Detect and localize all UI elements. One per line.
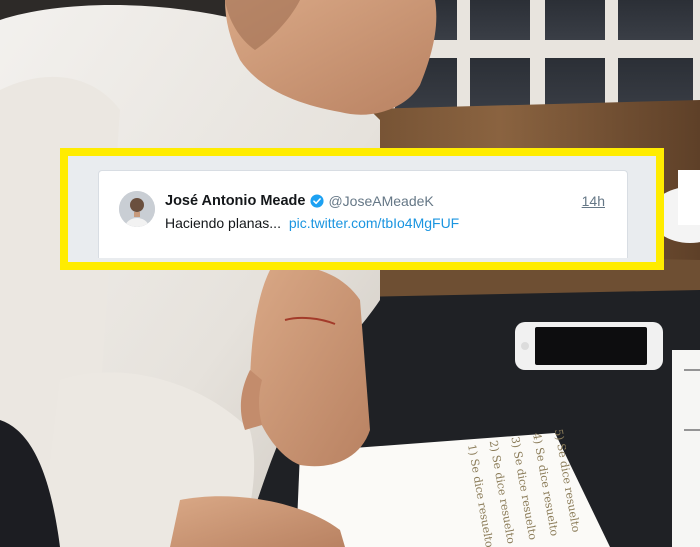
photo-background: 1) Se dice resuelto 2) Se dice resuelto … (0, 0, 700, 547)
tweet-media-link[interactable]: pic.twitter.com/tbIo4MgFUF (289, 215, 459, 231)
user-avatar-icon (119, 191, 155, 227)
tweet-text: Haciendo planas... pic.twitter.com/tbIo4… (165, 215, 459, 231)
verified-badge-icon (310, 194, 325, 208)
tweet-highlight-frame: José Antonio Meade @JoseAMeadeK 14h Haci… (60, 148, 664, 270)
tweet-header: José Antonio Meade @JoseAMeadeK (165, 193, 434, 209)
avatar[interactable] (119, 191, 155, 227)
user-handle[interactable]: @JoseAMeadeK (328, 193, 433, 209)
tweet-text-content: Haciendo planas... (165, 215, 281, 231)
display-name[interactable]: José Antonio Meade (165, 193, 305, 209)
photo-scene: 1) Se dice resuelto 2) Se dice resuelto … (0, 0, 700, 547)
tweet-timestamp[interactable]: 14h (582, 193, 605, 209)
tweet-card[interactable]: José Antonio Meade @JoseAMeadeK 14h Haci… (98, 170, 628, 258)
